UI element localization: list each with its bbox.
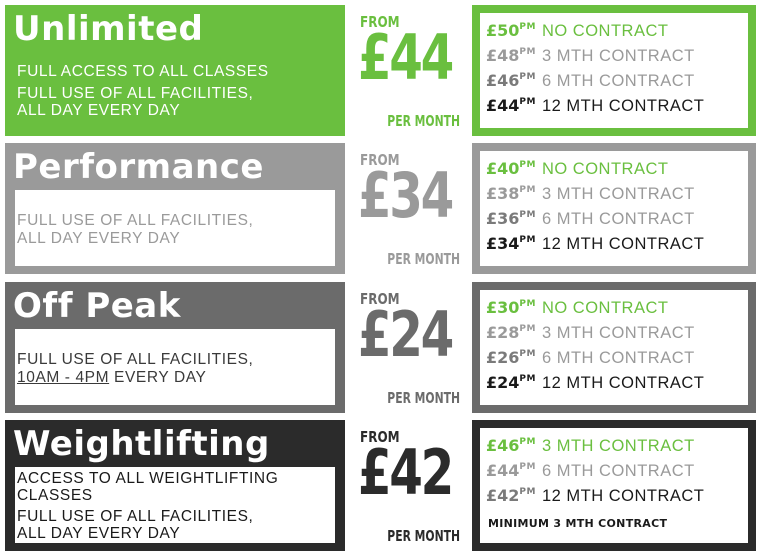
plan-feature: ALL DAY EVERY DAY xyxy=(17,102,181,119)
plan-feature: ALL DAY EVERY DAY xyxy=(17,525,181,542)
plan-weightlifting-rates: £46PM 3 MTH CONTRACT £44PM 6 MTH CONTRACT … xyxy=(472,420,756,551)
plan-feature: CLASSES xyxy=(17,487,93,504)
plan-description: FULL USE OF ALL FACILITIES, 10AM - 4PM E… xyxy=(15,329,335,405)
rate-row: £26PM 6 MTH CONTRACT xyxy=(486,348,695,367)
headline-price: £24 xyxy=(358,298,454,371)
plan-off-peak-price: FROM £24 PER MONTH xyxy=(352,282,464,413)
rate-row: £46PM 6 MTH CONTRACT xyxy=(486,71,695,90)
plan-weightlifting-panel: Weightlifting ACCESS TO ALL WEIGHTLIFTIN… xyxy=(5,420,345,551)
rate-row: £30PM NO CONTRACT xyxy=(486,298,669,317)
rate-row: £44PM 12 MTH CONTRACT xyxy=(486,96,705,115)
rate-row: £42PM 12 MTH CONTRACT xyxy=(486,486,705,505)
plan-description: ACCESS TO ALL WEIGHTLIFTING CLASSES FULL… xyxy=(15,467,335,543)
plan-feature: FULL USE OF ALL FACILITIES, xyxy=(17,508,254,525)
plan-title: Unlimited xyxy=(13,9,204,49)
plan-feature: FULL USE OF ALL FACILITIES, xyxy=(17,212,254,229)
plan-feature: FULL USE OF ALL FACILITIES, xyxy=(17,351,254,368)
rate-row: £24PM 12 MTH CONTRACT xyxy=(486,373,705,392)
rate-row: £46PM 3 MTH CONTRACT xyxy=(486,436,695,455)
per-month-label: PER MONTH xyxy=(387,112,460,130)
minimum-contract-note: MINIMUM 3 MTH CONTRACT xyxy=(488,517,668,530)
rate-row: £40PM NO CONTRACT xyxy=(486,159,669,178)
headline-price: £42 xyxy=(358,436,454,509)
plan-feature: FULL ACCESS TO ALL CLASSES xyxy=(17,63,269,80)
plan-unlimited-price: FROM £44 PER MONTH xyxy=(352,5,464,136)
plan-feature: ACCESS TO ALL WEIGHTLIFTING xyxy=(17,470,279,487)
plan-unlimited-rates: £50PM NO CONTRACT £48PM 3 MTH CONTRACT £46… xyxy=(472,5,756,136)
rate-row: £50PM NO CONTRACT xyxy=(486,21,669,40)
plan-feature: ALL DAY EVERY DAY xyxy=(17,230,181,247)
plan-performance-rates: £40PM NO CONTRACT £38PM 3 MTH CONTRACT £36… xyxy=(472,143,756,274)
rate-row: £28PM 3 MTH CONTRACT xyxy=(486,323,695,342)
per-month-label: PER MONTH xyxy=(387,389,460,407)
headline-price: £34 xyxy=(358,159,454,232)
plan-off-peak-rates: £30PM NO CONTRACT £28PM 3 MTH CONTRACT £26… xyxy=(472,282,756,413)
plan-off-peak-panel: Off Peak FULL USE OF ALL FACILITIES, 10A… xyxy=(5,282,345,413)
plan-feature: 10AM - 4PM EVERY DAY xyxy=(17,369,207,386)
plan-title: Off Peak xyxy=(13,286,181,326)
plan-description: FULL USE OF ALL FACILITIES, ALL DAY EVER… xyxy=(15,190,335,266)
headline-price: £44 xyxy=(358,21,454,94)
per-month-label: PER MONTH xyxy=(387,527,460,545)
per-month-label: PER MONTH xyxy=(387,250,460,268)
plan-title: Performance xyxy=(13,147,264,187)
rate-row: £34PM 12 MTH CONTRACT xyxy=(486,234,705,253)
plan-performance-price: FROM £34 PER MONTH xyxy=(352,143,464,274)
plan-unlimited-panel: Unlimited FULL ACCESS TO ALL CLASSES FUL… xyxy=(5,5,345,136)
rate-row: £44PM 6 MTH CONTRACT xyxy=(486,461,695,480)
plan-feature: FULL USE OF ALL FACILITIES, xyxy=(17,85,254,102)
plan-performance-panel: Performance FULL USE OF ALL FACILITIES, … xyxy=(5,143,345,274)
rate-row: £38PM 3 MTH CONTRACT xyxy=(486,184,695,203)
rate-row: £36PM 6 MTH CONTRACT xyxy=(486,209,695,228)
plan-description: FULL ACCESS TO ALL CLASSES FULL USE OF A… xyxy=(15,52,335,128)
plan-weightlifting-price: FROM £42 PER MONTH xyxy=(352,420,464,551)
off-peak-hours: 10AM - 4PM xyxy=(17,369,110,386)
rate-row: £48PM 3 MTH CONTRACT xyxy=(486,46,695,65)
plan-title: Weightlifting xyxy=(13,424,270,464)
